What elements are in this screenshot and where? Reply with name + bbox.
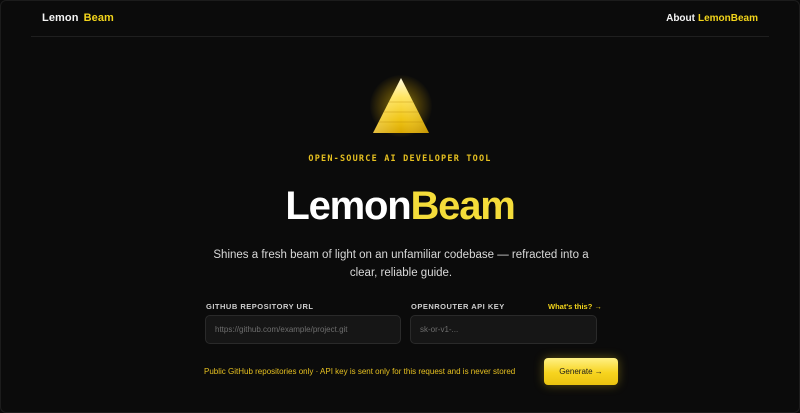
- brand-word-lemon: Lemon: [42, 12, 79, 24]
- app-window: Lemon Beam About LemonBeam OPEN-SOURCE A…: [0, 0, 800, 413]
- hero-subtitle: Shines a fresh beam of light on an unfam…: [213, 249, 589, 279]
- whats-this-link[interactable]: What's this? →: [548, 302, 602, 311]
- api-key-label: OPENROUTER API KEY: [411, 302, 505, 311]
- hero-title-beam: Beam: [410, 184, 515, 228]
- api-key-input[interactable]: [410, 315, 597, 344]
- brand-word-beam: Beam: [83, 12, 114, 24]
- about-prefix: About: [666, 13, 695, 24]
- hero-title: LemonBeam: [1, 182, 799, 230]
- about-link[interactable]: About LemonBeam: [666, 13, 758, 24]
- eyebrow-tagline: OPEN-SOURCE AI DEVELOPER TOOL: [308, 154, 492, 164]
- generate-button[interactable]: Generate →: [544, 358, 618, 385]
- privacy-note: Public GitHub repositories only · API ke…: [204, 367, 516, 376]
- top-nav: Lemon Beam About LemonBeam: [31, 1, 769, 37]
- glowing-prism-icon: [366, 73, 436, 143]
- repo-url-input[interactable]: [205, 315, 401, 344]
- about-name: LemonBeam: [697, 13, 758, 24]
- prism-graphic: [373, 78, 429, 133]
- brand-logo-link[interactable]: Lemon Beam: [42, 12, 114, 24]
- repo-url-label: GITHUB REPOSITORY URL: [206, 302, 314, 311]
- hero-title-lemon: Lemon: [285, 184, 411, 228]
